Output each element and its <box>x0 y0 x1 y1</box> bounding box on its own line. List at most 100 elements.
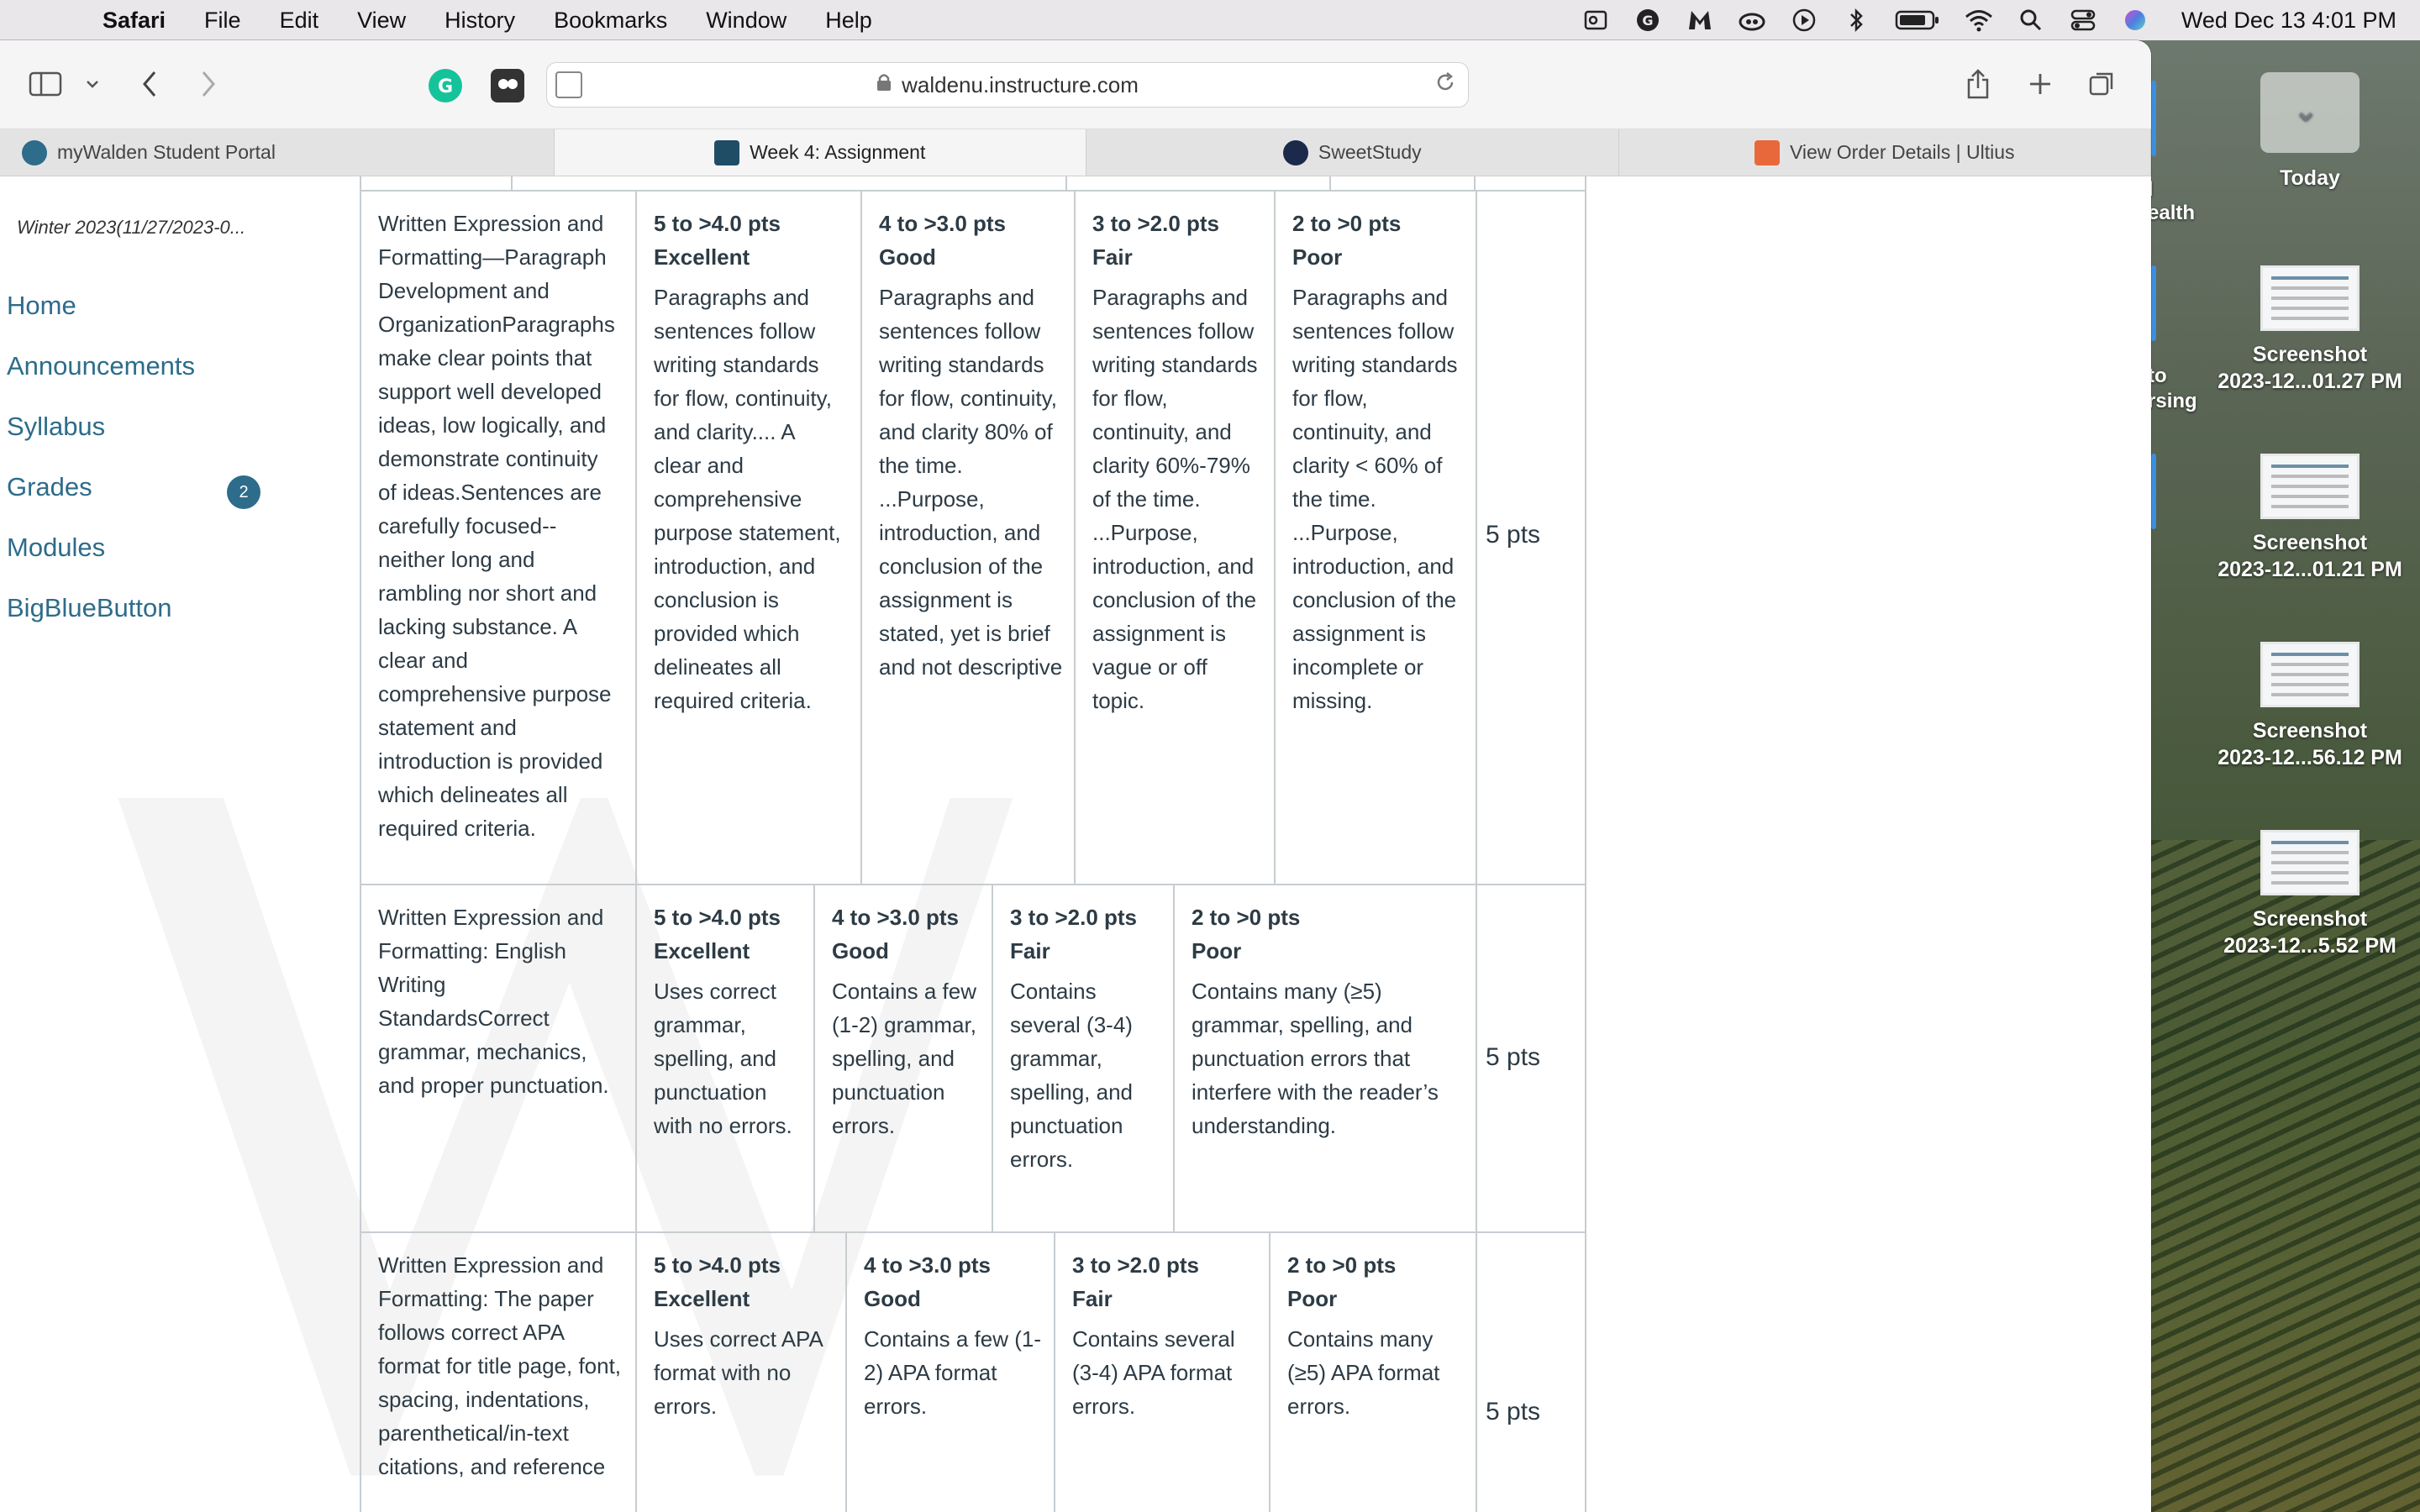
rating-level: Poor <box>1192 938 1242 963</box>
rating-level: Good <box>864 1286 921 1311</box>
points-cell: 5 pts <box>1476 192 1586 884</box>
desktop-file-screenshot[interactable]: Screenshot 2023-12...01.21 PM <box>2213 454 2407 583</box>
nav-modules[interactable]: Modules <box>7 517 259 578</box>
tab-ultius[interactable]: View Order Details | Ultius <box>1619 129 2151 176</box>
tab-week4-assignment[interactable]: Week 4: Assignment <box>554 129 1086 176</box>
desktop-file-screenshot[interactable]: Screenshot 2023-12...5.52 PM <box>2213 830 2407 959</box>
desktop-folder-today[interactable]: ⌄ Today <box>2213 72 2407 192</box>
play-icon[interactable] <box>1790 6 1818 34</box>
desktop-file-name: Screenshot <box>2252 531 2368 554</box>
lock-icon <box>876 73 892 97</box>
menu-history[interactable]: History <box>445 8 515 34</box>
grammarly-icon[interactable]: G <box>1634 6 1662 34</box>
rating-description: Uses correct APA format with no errors. <box>654 1326 823 1419</box>
desktop-file-name: Screenshot <box>2252 719 2368 743</box>
share-icon[interactable] <box>1961 66 1995 102</box>
nav-grades[interactable]: Grades 2 <box>7 457 260 517</box>
rating: 4 to >3.0 pts Good Contains a few (1-2) … <box>832 900 983 1142</box>
desktop-file-screenshot[interactable]: Screenshot 2023-12...01.27 PM <box>2213 265 2407 395</box>
nav-bigbluebutton[interactable]: BigBlueButton <box>7 578 259 638</box>
nav-home[interactable]: Home <box>7 276 259 336</box>
wifi-icon[interactable] <box>1965 6 1993 34</box>
menu-bookmarks[interactable]: Bookmarks <box>554 8 667 34</box>
desktop-file-screenshot[interactable]: Screenshot 2023-12...56.12 PM <box>2213 642 2407 771</box>
rating-description: Contains several (3-4) APA format errors… <box>1072 1326 1235 1419</box>
back-button[interactable] <box>134 66 165 102</box>
forward-button[interactable] <box>193 66 224 102</box>
criterion-cell: Written Expression and Formatting: Engli… <box>360 885 635 1231</box>
nav-announcements[interactable]: Announcements <box>7 336 259 396</box>
menu-view[interactable]: View <box>357 8 406 34</box>
siri-icon[interactable] <box>2121 6 2149 34</box>
grammarly-extension-icon[interactable]: G <box>429 69 462 102</box>
rubric-right-border <box>1585 176 1586 1512</box>
rating-level: Fair <box>1092 244 1133 270</box>
malwarebytes-icon[interactable] <box>1686 6 1714 34</box>
rating-points: 2 to >0 pts <box>1192 905 1301 930</box>
rating-description: Paragraphs and sentences follow writing … <box>1292 285 1458 713</box>
menu-help[interactable]: Help <box>825 8 872 34</box>
criterion-description: Written Expression and Formatting—Paragr… <box>378 211 615 841</box>
rubric-row: Written Expression and Formatting: Engli… <box>360 884 1586 1231</box>
creative-cloud-icon[interactable] <box>1738 6 1766 34</box>
screenshot-thumbnail-icon <box>2260 642 2360 707</box>
rating-level: Poor <box>1292 244 1343 270</box>
folder-icon: ⌄ <box>2260 72 2360 153</box>
course-term: Winter 2023(11/27/2023-0... <box>17 217 246 238</box>
tab-mywalden[interactable]: myWalden Student Portal <box>0 129 555 176</box>
new-tab-icon[interactable] <box>2023 66 2057 102</box>
sidebar-toggle-icon[interactable] <box>27 66 64 102</box>
rating-description: Uses correct grammar, spelling, and punc… <box>654 979 792 1138</box>
desktop-file-date: 2023-12...01.27 PM <box>2217 370 2402 393</box>
bluetooth-icon[interactable] <box>1842 6 1870 34</box>
desktop-folder-label: Today <box>2280 166 2340 190</box>
rating-points: 5 to >4.0 pts <box>654 211 781 236</box>
spotlight-icon[interactable] <box>2017 6 2045 34</box>
desktop-partial-label: ealth <box>2148 202 2196 224</box>
rating-points: 3 to >2.0 pts <box>1092 211 1219 236</box>
rating: 4 to >3.0 pts Good Paragraphs and senten… <box>879 207 1064 684</box>
menu-app-name[interactable]: Safari <box>103 8 166 34</box>
battery-icon[interactable] <box>1894 6 1941 34</box>
menu-edit[interactable]: Edit <box>280 8 319 34</box>
rubric-row-stub <box>360 176 1586 190</box>
rating-cell: 3 to >2.0 pts Fair Contains several (3-4… <box>992 885 1173 1231</box>
privacy-extension-icon[interactable] <box>491 69 524 102</box>
criterion-cell: Written Expression and Formatting: The p… <box>360 1233 635 1512</box>
tab-label: SweetStudy <box>1318 141 1422 163</box>
rubric-row: Written Expression and Formatting: The p… <box>360 1231 1586 1512</box>
reload-icon[interactable] <box>1431 71 1460 99</box>
rating: 3 to >2.0 pts Fair Contains several (3-4… <box>1072 1248 1259 1423</box>
browser-toolbar: G waldenu.instructure.com <box>0 40 2151 129</box>
safari-window: G waldenu.instructure.com myWalden Stude… <box>0 40 2151 1512</box>
rating-description: Paragraphs and sentences follow writing … <box>654 285 841 713</box>
rating-level: Excellent <box>654 1286 750 1311</box>
reader-view-icon[interactable] <box>555 71 582 98</box>
points-cell: 5 pts <box>1476 1233 1586 1512</box>
rating: 5 to >4.0 pts Excellent Paragraphs and s… <box>654 207 847 717</box>
address-bar[interactable]: waldenu.instructure.com <box>546 62 1469 108</box>
course-nav-list: Home Announcements Syllabus Grades 2 Mod… <box>7 276 260 638</box>
rating-level: Good <box>832 938 889 963</box>
tab-group-chevron-icon[interactable] <box>82 66 103 102</box>
tab-sweetstudy[interactable]: SweetStudy <box>1086 129 1619 176</box>
rating: 5 to >4.0 pts Excellent Uses correct gra… <box>654 900 805 1142</box>
app-menus: Safari File Edit View History Bookmarks … <box>103 8 872 34</box>
rating-points: 3 to >2.0 pts <box>1072 1252 1199 1278</box>
page-content: W Winter 2023(11/27/2023-0... Home Annou… <box>0 176 2151 1512</box>
rating-cell: 5 to >4.0 pts Excellent Uses correct APA… <box>635 1233 845 1512</box>
menu-bar: Safari File Edit View History Bookmarks … <box>0 0 2420 40</box>
outlook-icon[interactable] <box>1581 6 1610 34</box>
nav-syllabus[interactable]: Syllabus <box>7 396 259 457</box>
rating-description: Contains many (≥5) APA format errors. <box>1287 1326 1440 1419</box>
menu-window[interactable]: Window <box>706 8 786 34</box>
tab-overview-icon[interactable] <box>2086 66 2119 102</box>
rating-description: Paragraphs and sentences follow writing … <box>879 285 1063 680</box>
rating-points: 4 to >3.0 pts <box>832 905 959 930</box>
control-center-icon[interactable] <box>2069 6 2097 34</box>
rating-points: 3 to >2.0 pts <box>1010 905 1137 930</box>
svg-text:G: G <box>1642 13 1653 29</box>
menu-bar-clock[interactable]: Wed Dec 13 4:01 PM <box>2181 8 2396 34</box>
rating-points: 4 to >3.0 pts <box>879 211 1006 236</box>
menu-file[interactable]: File <box>204 8 241 34</box>
